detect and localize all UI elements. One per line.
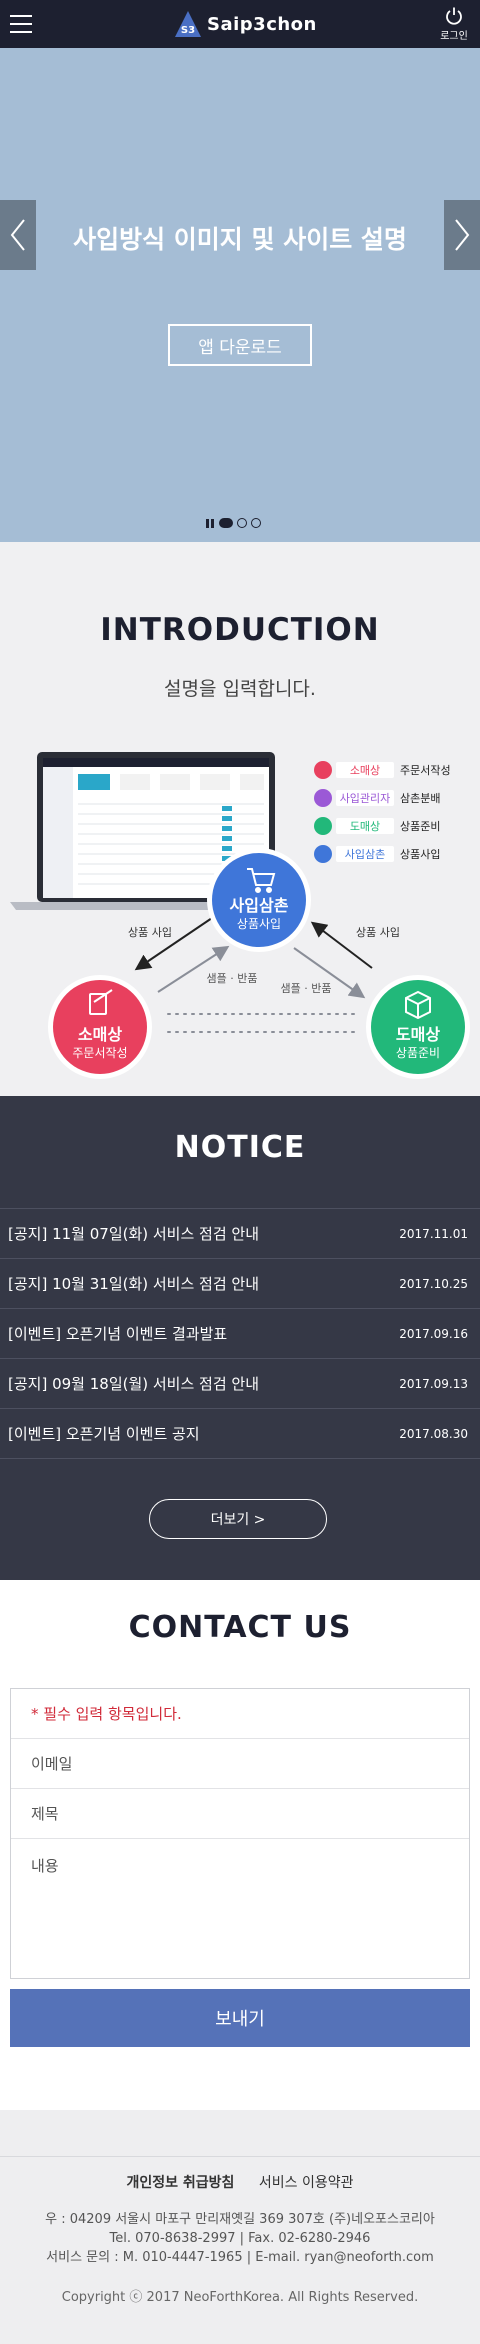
svg-text:소매상: 소매상 <box>78 1025 122 1044</box>
svg-text:상품사입: 상품사입 <box>400 848 440 861</box>
node-retailer: 소매상 주문서작성 <box>48 975 152 1079</box>
notice-item-date: 2017.08.30 <box>399 1426 468 1441</box>
app-download-button[interactable]: 앱 다운로드 <box>168 324 312 366</box>
notice-item-date: 2017.10.25 <box>399 1276 468 1291</box>
notice-item[interactable]: [이벤트] 오픈기념 이벤트 결과발표 2017.09.16 <box>0 1309 480 1359</box>
svg-text:사입관리자: 사입관리자 <box>340 792 391 805</box>
intro-subtitle: 설명을 입력합니다. <box>164 678 316 700</box>
chevron-right-icon <box>455 219 470 251</box>
svg-text:주문서작성: 주문서작성 <box>72 1046 127 1060</box>
more-button[interactable]: 더보기 > <box>149 1499 327 1539</box>
process-diagram: 소매상 주문서작성 사입관리자 삼촌분배 도매상 상품준비 사입삼촌 상품사입 <box>10 752 470 1079</box>
notice-item[interactable]: [공지] 10월 31일(화) 서비스 점검 안내 2017.10.25 <box>0 1259 480 1309</box>
site-logo[interactable]: S3 Saip3chon <box>173 8 317 40</box>
notice-item-title: [공지] 09월 18일(월) 서비스 점검 안내 <box>8 1375 260 1393</box>
svg-text:상품사입: 상품사입 <box>237 917 281 931</box>
slide-dot-3[interactable] <box>251 518 261 528</box>
notice-item-date: 2017.09.16 <box>399 1326 468 1341</box>
notice-item-title: [이벤트] 오픈기념 이벤트 결과발표 <box>8 1325 228 1343</box>
notice-section: NOTICE [공지] 11월 07일(화) 서비스 점검 안내 2017.11… <box>0 1096 480 1580</box>
arrow-label-right-mid: 샘플 · 반품 <box>281 982 332 995</box>
logo-badge-text: S3 <box>181 25 195 36</box>
notice-item-title: [공지] 11월 07일(화) 서비스 점검 안내 <box>8 1225 260 1243</box>
role-legend: 소매상 주문서작성 사입관리자 삼촌분배 도매상 상품준비 사입삼촌 상품사입 <box>314 761 451 863</box>
notice-item[interactable]: [공지] 09월 18일(월) 서비스 점검 안내 2017.09.13 <box>0 1359 480 1409</box>
footer: 개인정보 취급방침 서비스 이용약관 우 : 04209 서울시 마포구 만리재… <box>0 2110 480 2344</box>
notice-item[interactable]: [공지] 11월 07일(화) 서비스 점검 안내 2017.11.01 <box>0 1209 480 1259</box>
notice-item-date: 2017.09.13 <box>399 1376 468 1391</box>
arrow-label-right-top: 상품 사입 <box>356 926 400 939</box>
svg-text:사입삼촌: 사입삼촌 <box>345 848 385 861</box>
copyright: Copyright ⓒ 2017 NeoForthKorea. All Righ… <box>61 2290 419 2305</box>
login-label: 로그인 <box>440 31 468 42</box>
terms-link[interactable]: 서비스 이용약관 <box>259 2175 354 2191</box>
footer-links: 개인정보 취급방침 서비스 이용약관 <box>0 2172 480 2192</box>
slide-dot-1[interactable] <box>219 518 233 528</box>
footer-inquiry: 서비스 문의 : M. 010-4447-1965 | E-mail. ryan… <box>46 2250 434 2265</box>
notice-item[interactable]: [이벤트] 오픈기념 이벤트 공지 2017.08.30 <box>0 1409 480 1459</box>
menu-icon[interactable] <box>10 15 32 33</box>
hero-title: 사입방식 이미지 및 사이트 설명 <box>73 225 407 254</box>
svg-text:소매상: 소매상 <box>350 764 380 777</box>
privacy-policy-link[interactable]: 개인정보 취급방침 <box>127 2175 235 2191</box>
arrow-label-left-top: 상품 사입 <box>128 926 172 939</box>
notice-item-title: [공지] 10월 31일(화) 서비스 점검 안내 <box>8 1275 260 1293</box>
legend-item-wholesaler: 도매상 상품준비 <box>314 817 440 835</box>
svg-text:상품준비: 상품준비 <box>400 820 440 833</box>
email-field[interactable]: 이메일 <box>11 1739 469 1789</box>
svg-text:삼촌분배: 삼촌분배 <box>400 792 440 805</box>
slider-controls <box>206 518 261 528</box>
contact-form: * 필수 입력 항목입니다. 이메일 제목 내용 <box>10 1688 470 1979</box>
footer-tel-fax: Tel. 070-8638-2997 | Fax. 02-6280-2946 <box>109 2231 371 2246</box>
notice-item-title: [이벤트] 오픈기념 이벤트 공지 <box>8 1425 200 1443</box>
top-header: S3 Saip3chon 로그인 <box>0 0 480 48</box>
hero-slider: 사입방식 이미지 및 사이트 설명 앱 다운로드 <box>0 48 480 542</box>
svg-text:주문서작성: 주문서작성 <box>400 764 451 777</box>
footer-divider <box>0 2156 480 2157</box>
footer-company-info: 우 : 04209 서울시 마포구 만리재옛길 369 307호 (주)네오포스… <box>0 2210 480 2267</box>
slide-dot-2[interactable] <box>237 518 247 528</box>
contact-section: CONTACT US * 필수 입력 항목입니다. 이메일 제목 내용 보내기 <box>0 1580 480 2110</box>
node-wholesaler: 도매상 상품준비 <box>366 975 470 1079</box>
logo-icon: S3 <box>173 9 203 39</box>
svg-text:도매상: 도매상 <box>350 820 380 833</box>
svg-text:도매상: 도매상 <box>396 1025 440 1044</box>
node-buyer: 사입삼촌 상품사입 <box>207 848 311 952</box>
legend-item-buyer: 사입삼촌 상품사입 <box>314 845 440 863</box>
arrow-label-left-mid: 샘플 · 반품 <box>207 972 258 985</box>
pause-icon[interactable] <box>206 518 215 528</box>
power-icon <box>446 7 462 25</box>
contact-title: CONTACT US <box>128 1610 352 1645</box>
notice-list: [공지] 11월 07일(화) 서비스 점검 안내 2017.11.01 [공지… <box>0 1208 480 1459</box>
svg-text:상품준비: 상품준비 <box>396 1046 440 1060</box>
intro-title: INTRODUCTION <box>100 612 380 648</box>
introduction-section: INTRODUCTION 설명을 입력합니다. 소매상 주문서작성 사입관리자 … <box>0 542 480 1096</box>
footer-address: 우 : 04209 서울시 마포구 만리재옛길 369 307호 (주)네오포스… <box>45 2212 435 2227</box>
arrow-retailer-to-buyer <box>157 945 230 993</box>
next-slide-button[interactable] <box>444 200 480 270</box>
notice-item-date: 2017.11.01 <box>399 1226 468 1241</box>
svg-text:사입삼촌: 사입삼촌 <box>230 896 289 915</box>
logo-text: Saip3chon <box>207 13 317 35</box>
send-button[interactable]: 보내기 <box>10 1989 470 2047</box>
legend-item-retailer: 소매상 주문서작성 <box>314 761 451 779</box>
legend-item-manager: 사입관리자 삼촌분배 <box>314 789 440 807</box>
notice-title: NOTICE <box>174 1130 306 1165</box>
required-note: * 필수 입력 항목입니다. <box>11 1689 469 1739</box>
content-textarea[interactable]: 내용 <box>11 1839 469 1978</box>
subject-field[interactable]: 제목 <box>11 1789 469 1839</box>
login-button[interactable]: 로그인 <box>436 6 472 42</box>
